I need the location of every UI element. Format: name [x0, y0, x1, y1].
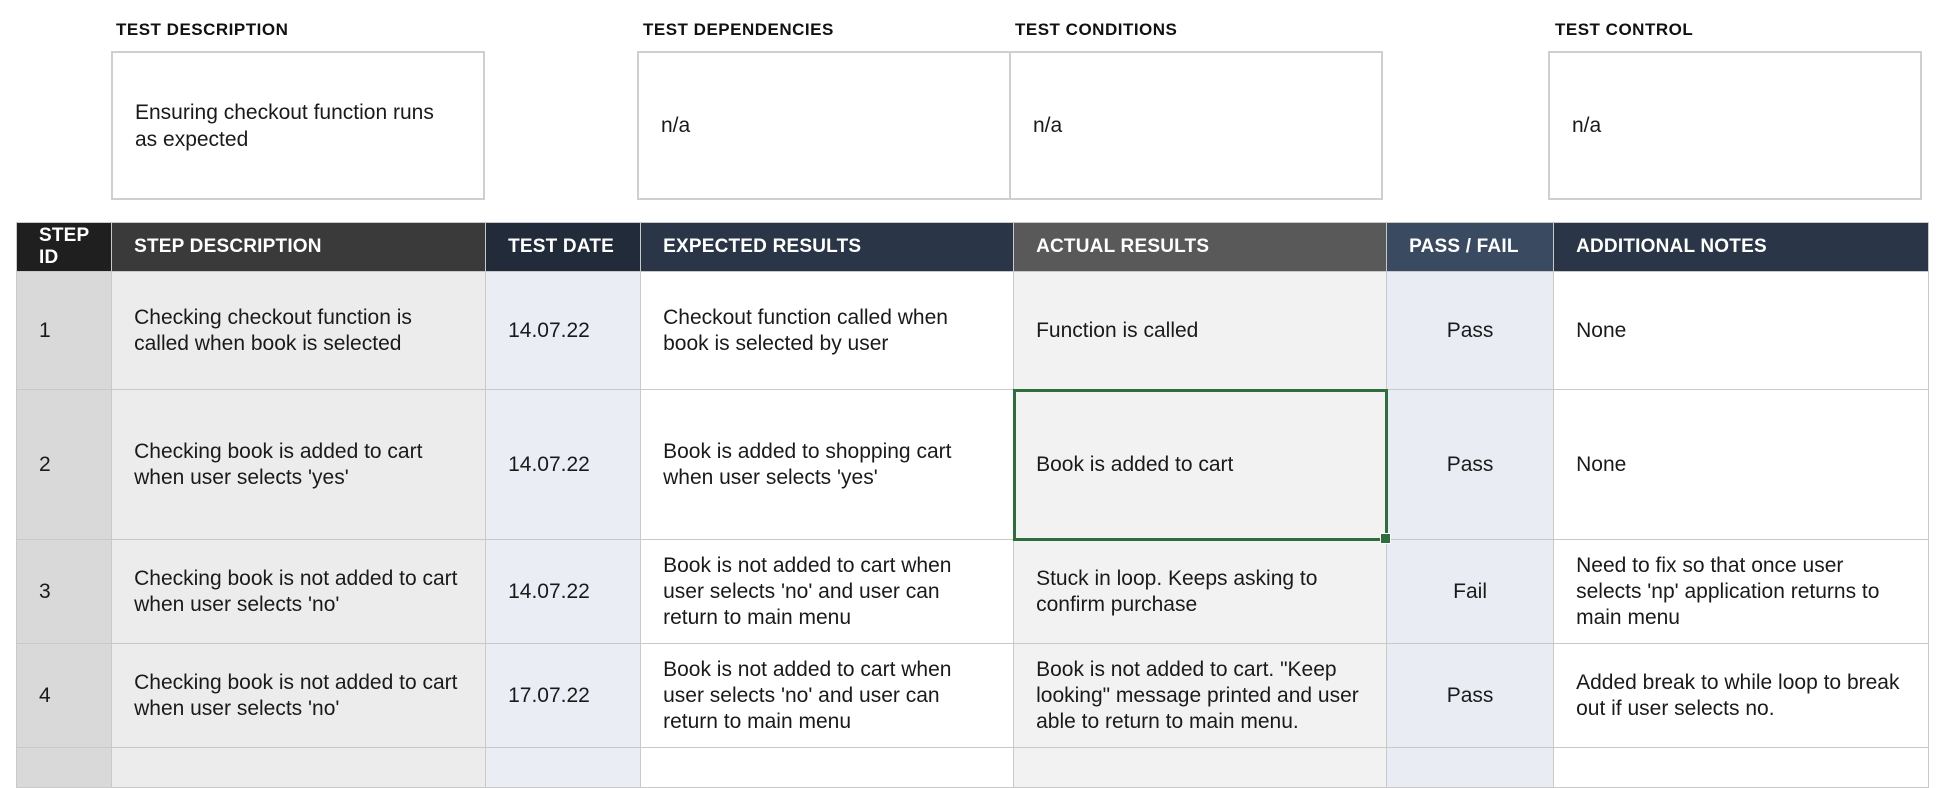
cell-step-description[interactable]: Checking book is not added to cart when …: [111, 643, 487, 748]
cell-expected-results[interactable]: Book is not added to cart when user sele…: [640, 539, 1015, 644]
fill-handle[interactable]: [1380, 533, 1392, 544]
cell-additional-notes[interactable]: Added break to while loop to break out i…: [1553, 643, 1930, 748]
cell-step-id[interactable]: 3: [15, 539, 113, 644]
table-row: 2 Checking book is added to cart when us…: [15, 388, 1930, 544]
test-control-label: TEST CONTROL: [1555, 20, 1694, 39]
cell-pass-fail[interactable]: [1386, 747, 1555, 788]
test-dependencies-cell[interactable]: n/a: [637, 51, 1011, 200]
cell-test-date[interactable]: 17.07.22: [485, 643, 642, 748]
cell-expected-results[interactable]: Book is not added to cart when user sele…: [640, 643, 1015, 748]
cell-test-date[interactable]: [485, 747, 642, 788]
cell-step-id[interactable]: [15, 747, 113, 788]
cell-step-description[interactable]: [111, 747, 487, 788]
cell-additional-notes[interactable]: None: [1553, 271, 1930, 390]
cell-step-description[interactable]: Checking book is added to cart when user…: [111, 389, 487, 540]
column-header-step-id[interactable]: STEP ID: [15, 222, 113, 272]
cell-test-date[interactable]: 14.07.22: [485, 389, 642, 540]
table-header-row: STEP ID STEP DESCRIPTION TEST DATE EXPEC…: [15, 222, 1930, 272]
cell-actual-results-selected[interactable]: Book is added to cart: [1012, 388, 1392, 544]
column-header-step-description[interactable]: STEP DESCRIPTION: [111, 222, 487, 272]
cell-step-description[interactable]: Checking checkout function is called whe…: [111, 271, 487, 390]
cell-additional-notes[interactable]: Need to fix so that once user selects 'n…: [1553, 539, 1930, 644]
cell-test-date[interactable]: 14.07.22: [485, 539, 642, 644]
table-row: 4 Checking book is not added to cart whe…: [15, 643, 1930, 748]
test-dependencies-value: n/a: [661, 114, 691, 137]
cell-step-id[interactable]: 4: [15, 643, 113, 748]
table-row-empty: [15, 747, 1930, 788]
table-row: 3 Checking book is not added to cart whe…: [15, 539, 1930, 644]
cell-pass-fail[interactable]: Pass: [1386, 643, 1555, 748]
cell-step-id[interactable]: 1: [15, 271, 113, 390]
cell-actual-results-text: Book is added to cart: [1036, 452, 1234, 476]
cell-step-id[interactable]: 2: [15, 389, 113, 540]
test-conditions-value: n/a: [1033, 114, 1063, 137]
column-header-pass-fail[interactable]: PASS / FAIL: [1386, 222, 1555, 272]
column-header-expected-results[interactable]: EXPECTED RESULTS: [640, 222, 1015, 272]
test-conditions-label: TEST CONDITIONS: [1015, 20, 1178, 39]
test-description-cell[interactable]: Ensuring checkout function runs as expec…: [111, 51, 485, 200]
column-header-actual-results[interactable]: ACTUAL RESULTS: [1013, 222, 1388, 272]
cell-actual-results[interactable]: Stuck in loop. Keeps asking to confirm p…: [1013, 539, 1388, 644]
cell-additional-notes[interactable]: [1553, 747, 1930, 788]
cell-expected-results[interactable]: Book is added to shopping cart when user…: [640, 389, 1015, 540]
column-header-additional-notes[interactable]: ADDITIONAL NOTES: [1553, 222, 1930, 272]
table-row: 1 Checking checkout function is called w…: [15, 271, 1930, 390]
cell-test-date[interactable]: 14.07.22: [485, 271, 642, 390]
test-conditions-cell[interactable]: n/a: [1009, 51, 1383, 200]
cell-pass-fail[interactable]: Fail: [1386, 539, 1555, 644]
cell-expected-results[interactable]: Checkout function called when book is se…: [640, 271, 1015, 390]
cell-actual-results[interactable]: [1013, 747, 1388, 788]
test-steps-table: STEP ID STEP DESCRIPTION TEST DATE EXPEC…: [15, 222, 1930, 788]
test-dependencies-label: TEST DEPENDENCIES: [643, 20, 834, 39]
test-description-value: Ensuring checkout function runs as expec…: [135, 100, 434, 151]
test-control-cell[interactable]: n/a: [1548, 51, 1922, 200]
cell-actual-results[interactable]: Function is called: [1013, 271, 1388, 390]
cell-actual-results[interactable]: Book is not added to cart. "Keep looking…: [1013, 643, 1388, 748]
cell-expected-results[interactable]: [640, 747, 1015, 788]
cell-pass-fail[interactable]: Pass: [1386, 389, 1555, 540]
cell-additional-notes[interactable]: None: [1553, 389, 1930, 540]
test-description-label: TEST DESCRIPTION: [116, 20, 289, 39]
cell-step-description[interactable]: Checking book is not added to cart when …: [111, 539, 487, 644]
cell-pass-fail[interactable]: Pass: [1386, 271, 1555, 390]
test-control-value: n/a: [1572, 114, 1602, 137]
column-header-test-date[interactable]: TEST DATE: [485, 222, 642, 272]
